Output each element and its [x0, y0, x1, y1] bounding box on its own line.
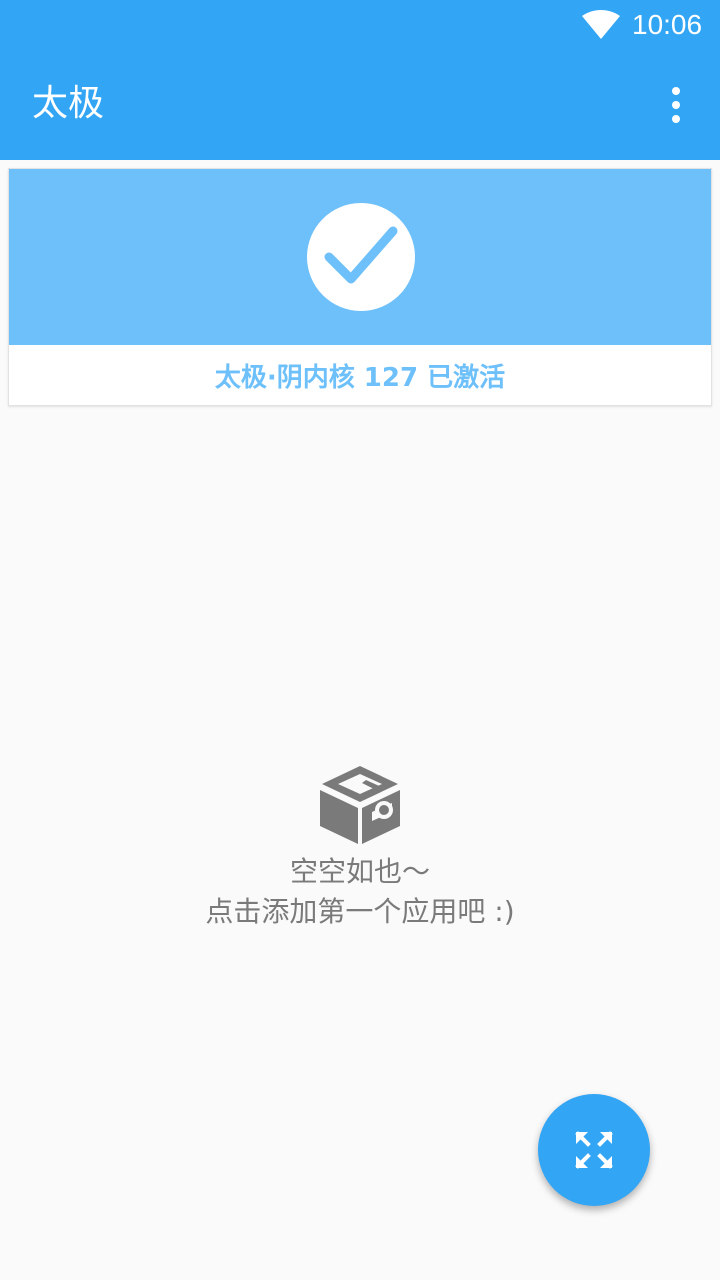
activation-status-text: 太极·阴内核 127 已激活: [214, 362, 506, 393]
wifi-icon: [582, 10, 620, 39]
app-bar: 太极: [0, 50, 720, 160]
empty-hint: 点击添加第一个应用吧 :): [205, 895, 515, 928]
expand-fab-button[interactable]: [538, 1094, 650, 1206]
expand-icon: [575, 1131, 613, 1169]
app-title: 太极: [32, 83, 105, 124]
more-vert-icon[interactable]: [656, 80, 696, 130]
empty-title: 空空如也～: [289, 855, 430, 888]
box-icon: [320, 766, 400, 844]
framework-status-card[interactable]: 太极·阴内核 127 已激活: [8, 168, 712, 406]
status-banner: [9, 169, 711, 345]
status-time: 10:06: [632, 9, 703, 40]
status-bar: 10:06: [0, 0, 720, 50]
check-icon: [307, 203, 415, 311]
empty-state: 空空如也～ 点击添加第一个应用吧 :): [0, 760, 720, 940]
